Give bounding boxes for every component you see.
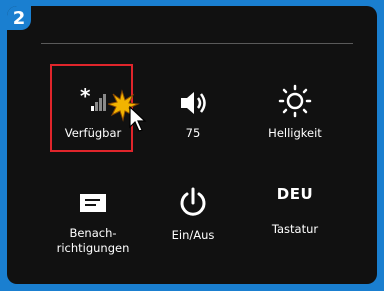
power-icon — [176, 176, 210, 220]
keyboard-layout-indicator: DEU — [277, 176, 313, 212]
keyboard-tile[interactable]: DEU Tastatur — [250, 176, 340, 256]
keyboard-layout-code: DEU — [276, 185, 314, 203]
notifications-label: Benach- richtigungen — [56, 226, 130, 255]
divider — [41, 43, 353, 44]
brightness-tile[interactable]: Helligkeit — [250, 74, 340, 154]
volume-icon — [176, 74, 210, 118]
volume-label: 75 — [185, 126, 201, 140]
power-tile[interactable]: Ein/Aus — [148, 176, 238, 256]
brightness-icon — [278, 74, 312, 118]
notifications-tile[interactable]: Benach- richtigungen — [48, 176, 138, 256]
notifications-icon — [76, 176, 110, 218]
settings-panel: 2 * Verfügbar 75 Helligkeit Benach- rich… — [7, 6, 377, 284]
step-number-badge: 2 — [7, 6, 31, 30]
power-label: Ein/Aus — [171, 228, 215, 242]
brightness-label: Helligkeit — [268, 126, 322, 140]
keyboard-label: Tastatur — [271, 222, 319, 236]
volume-tile[interactable]: 75 — [148, 74, 238, 154]
mouse-cursor-icon — [129, 106, 147, 132]
